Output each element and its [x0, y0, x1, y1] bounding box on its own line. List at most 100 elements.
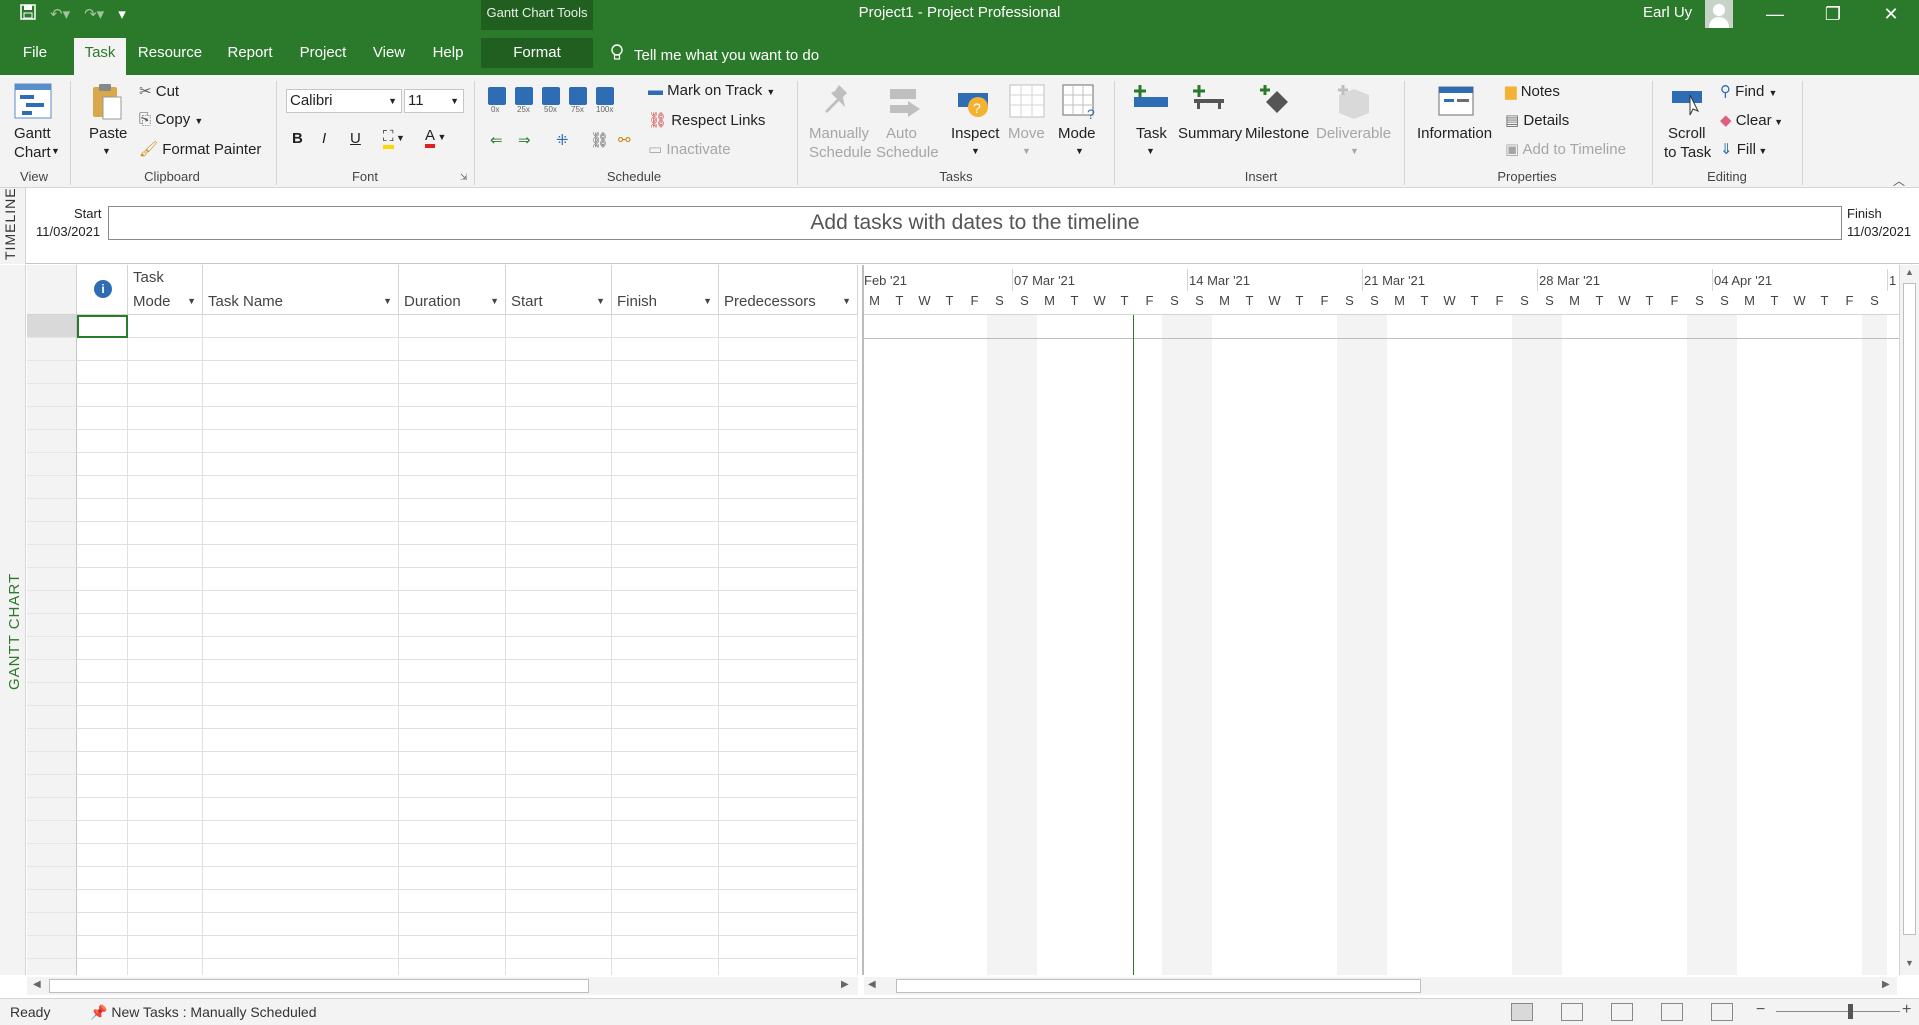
row-header[interactable] — [27, 453, 77, 476]
restore-button[interactable]: ❐ — [1805, 0, 1861, 30]
chevron-down-icon[interactable]: ▼ — [1146, 146, 1155, 156]
tell-me-search[interactable]: Tell me what you want to do — [610, 44, 819, 66]
table-cell[interactable] — [719, 775, 858, 798]
table-cell[interactable] — [719, 545, 858, 568]
percent-100-button[interactable] — [596, 87, 614, 105]
table-cell[interactable] — [203, 591, 399, 614]
filter-dropdown-icon[interactable]: ▼ — [703, 296, 712, 306]
table-cell[interactable] — [203, 568, 399, 591]
table-cell[interactable] — [128, 407, 203, 430]
split-task-icon[interactable]: ⁜ — [556, 131, 569, 149]
highlight-color-button[interactable]: ⛶ ▼ — [383, 128, 405, 149]
table-cell[interactable] — [203, 407, 399, 430]
table-cell[interactable] — [128, 913, 203, 936]
fill-button[interactable]: ⇓ Fill ▼ — [1720, 140, 1767, 158]
filter-dropdown-icon[interactable]: ▼ — [383, 296, 392, 306]
table-cell[interactable] — [719, 729, 858, 752]
table-cell[interactable] — [77, 821, 128, 844]
table-cell[interactable] — [719, 913, 858, 936]
outdent-icon[interactable]: ⇐ — [490, 131, 503, 149]
table-cell[interactable] — [612, 844, 719, 867]
table-cell[interactable] — [77, 476, 128, 499]
table-cell[interactable] — [128, 959, 203, 975]
table-cell[interactable] — [719, 453, 858, 476]
row-header[interactable] — [27, 338, 77, 361]
resource-sheet-view-button[interactable] — [1661, 1003, 1683, 1021]
table-cell[interactable] — [399, 936, 506, 959]
row-header[interactable] — [27, 315, 77, 338]
table-cell[interactable] — [506, 913, 612, 936]
table-cell[interactable] — [612, 959, 719, 975]
table-cell[interactable] — [612, 499, 719, 522]
table-cell[interactable] — [77, 683, 128, 706]
table-cell[interactable] — [506, 660, 612, 683]
table-cell[interactable] — [719, 890, 858, 913]
chevron-down-icon[interactable]: ▼ — [971, 146, 980, 156]
table-cell[interactable] — [399, 867, 506, 890]
chart-horizontal-scrollbar[interactable]: ◀ ▶ — [864, 977, 1897, 995]
pushpin-icon[interactable] — [821, 83, 859, 119]
table-cell[interactable] — [77, 752, 128, 775]
table-cell[interactable] — [506, 775, 612, 798]
table-cell[interactable] — [203, 614, 399, 637]
table-cell[interactable] — [77, 384, 128, 407]
table-cell[interactable] — [77, 936, 128, 959]
table-cell[interactable] — [128, 430, 203, 453]
gantt-chart-pane[interactable]: MTWTFSSMTWTFSSMTWTFSSMTWTFSSMTWTFSSMTWTF… — [862, 265, 1899, 975]
clear-button[interactable]: ◆ Clear ▼ — [1720, 111, 1783, 129]
row-header[interactable] — [27, 499, 77, 522]
table-cell[interactable] — [77, 407, 128, 430]
row-header[interactable] — [27, 844, 77, 867]
table-cell[interactable] — [399, 591, 506, 614]
table-cell[interactable] — [506, 683, 612, 706]
table-cell[interactable] — [128, 338, 203, 361]
table-cell[interactable] — [506, 430, 612, 453]
indicators-column-header[interactable]: i — [77, 265, 128, 315]
table-cell[interactable] — [506, 591, 612, 614]
scroll-left-icon[interactable]: ◀ — [868, 979, 876, 990]
tab-file[interactable]: File — [14, 38, 56, 68]
table-cell[interactable] — [128, 476, 203, 499]
row-header[interactable] — [27, 798, 77, 821]
new-tasks-mode[interactable]: 📌 New Tasks : Manually Scheduled — [90, 1004, 317, 1021]
table-cell[interactable] — [203, 476, 399, 499]
mark-on-track-button[interactable]: ▬ Mark on Track ▼ — [648, 82, 775, 99]
zoom-in-button[interactable]: + — [1902, 1001, 1911, 1019]
table-cell[interactable] — [77, 430, 128, 453]
start-column-header[interactable]: Start ▼ — [506, 265, 612, 315]
row-header[interactable] — [27, 706, 77, 729]
table-cell[interactable] — [719, 338, 858, 361]
select-all-corner[interactable] — [27, 265, 77, 315]
minimize-button[interactable]: — — [1747, 0, 1803, 30]
sheet-horizontal-scrollbar[interactable]: ◀ ▶ — [27, 977, 858, 995]
scroll-down-icon[interactable]: ▼ — [1905, 958, 1914, 968]
task-mode-column-header[interactable]: Task Mode ▼ — [128, 265, 203, 315]
table-cell[interactable] — [399, 775, 506, 798]
table-cell[interactable] — [506, 568, 612, 591]
scroll-to-task-label[interactable]: Scroll — [1668, 125, 1706, 142]
table-cell[interactable] — [612, 315, 719, 338]
table-cell[interactable] — [399, 683, 506, 706]
table-cell[interactable] — [128, 890, 203, 913]
table-cell[interactable] — [77, 959, 128, 975]
row-header[interactable] — [27, 384, 77, 407]
chevron-down-icon[interactable]: ▼ — [1075, 146, 1084, 156]
row-header[interactable] — [27, 637, 77, 660]
table-cell[interactable] — [719, 361, 858, 384]
table-cell[interactable] — [506, 614, 612, 637]
table-cell[interactable] — [399, 729, 506, 752]
table-cell[interactable] — [719, 568, 858, 591]
font-size-select[interactable]: 11 ▼ — [404, 89, 464, 113]
chevron-down-icon[interactable]: ▼ — [1022, 146, 1031, 156]
row-header[interactable] — [27, 591, 77, 614]
manually-schedule-label2[interactable]: Schedule — [809, 144, 872, 161]
table-cell[interactable] — [77, 614, 128, 637]
row-header[interactable] — [27, 821, 77, 844]
table-cell[interactable] — [506, 867, 612, 890]
table-cell[interactable] — [612, 798, 719, 821]
table-cell[interactable] — [128, 591, 203, 614]
table-cell[interactable] — [612, 568, 719, 591]
table-cell[interactable] — [128, 683, 203, 706]
move-label[interactable]: Move — [1008, 125, 1045, 142]
indent-icon[interactable]: ⇒ — [518, 131, 531, 149]
